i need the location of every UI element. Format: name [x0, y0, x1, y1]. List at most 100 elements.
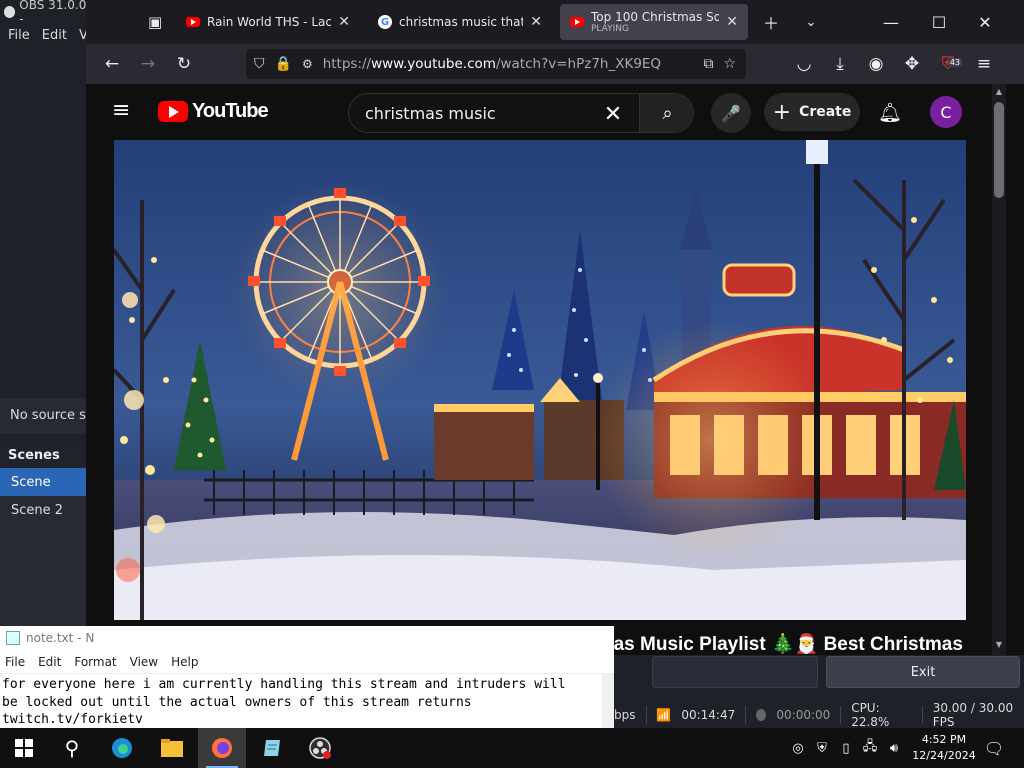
- obs-cpu: CPU: 22.8%: [851, 701, 890, 729]
- voice-search-mic-icon[interactable]: 🎤: [711, 93, 751, 133]
- notifications-bell-icon[interactable]: 🔔︎: [874, 96, 906, 128]
- obs-app-icon[interactable]: [296, 728, 344, 768]
- volume-speaker-icon[interactable]: 🔊︎: [882, 741, 906, 756]
- search-icon: ⌕: [662, 102, 673, 124]
- obs-menu-file[interactable]: File: [8, 28, 30, 43]
- list-tabs-chevron-down-icon[interactable]: ⌄: [796, 8, 826, 36]
- close-icon[interactable]: ✕: [530, 14, 542, 30]
- search-icon[interactable]: ⚲: [48, 728, 96, 768]
- notepad-menubar: File Edit Format View Help: [0, 650, 614, 674]
- youtube-logo-icon: [158, 101, 188, 122]
- notepad-menu-view[interactable]: View: [130, 655, 158, 669]
- url-bar[interactable]: ⛉ 🔒 ⚙ https://www.youtube.com/watch?v=hP…: [246, 49, 746, 79]
- bookmark-star-icon[interactable]: ☆: [723, 56, 736, 72]
- notepad-menu-help[interactable]: Help: [171, 655, 198, 669]
- taskbar-clock[interactable]: 4:52 PM 12/24/2024: [912, 732, 976, 764]
- notepad-title: note.txt - N: [26, 631, 95, 645]
- maximize-button[interactable]: ☐: [924, 8, 954, 36]
- lock-icon[interactable]: 🔒: [275, 56, 292, 72]
- obs-scene-item[interactable]: Scene 2: [0, 496, 90, 524]
- obs-logo-icon: [4, 6, 16, 18]
- youtube-favicon-icon: [570, 17, 584, 27]
- notepad-icon: [6, 631, 20, 645]
- video-frame-christmas-fair: [114, 140, 966, 620]
- permissions-icon[interactable]: ⚙: [302, 57, 313, 71]
- notepad-menu-edit[interactable]: Edit: [38, 655, 61, 669]
- obs-exit-button[interactable]: Exit: [826, 656, 1020, 688]
- close-icon[interactable]: ✕: [338, 14, 350, 30]
- reload-button[interactable]: ↻: [170, 50, 198, 78]
- network-icon[interactable]: 🖧: [858, 737, 882, 759]
- edge-browser-icon[interactable]: [98, 728, 146, 768]
- obs-tray-icon[interactable]: ◎: [786, 741, 810, 756]
- avatar[interactable]: C: [930, 96, 962, 128]
- obs-record-time: 00:00:00: [776, 708, 831, 722]
- usb-device-icon[interactable]: ▯: [834, 741, 858, 756]
- scroll-up-icon[interactable]: ▲: [994, 87, 1004, 97]
- create-button[interactable]: + Create: [764, 93, 860, 131]
- search-button[interactable]: ⌕: [639, 94, 693, 132]
- search-box: ✕ ⌕: [348, 93, 694, 133]
- video-player[interactable]: [114, 140, 966, 620]
- file-explorer-folder-icon[interactable]: [148, 728, 196, 768]
- notepad-app-icon[interactable]: [248, 728, 296, 768]
- picture-in-picture-icon[interactable]: ⧉: [703, 56, 713, 72]
- obs-titlebar: OBS 31.0.0 -: [0, 0, 90, 26]
- notepad-window: note.txt - N File Edit Format View Help …: [0, 626, 614, 728]
- close-icon[interactable]: ✕: [726, 14, 738, 30]
- forward-button[interactable]: →: [134, 50, 162, 78]
- ublock-icon[interactable]: ⛨43: [934, 50, 962, 78]
- start-windows-icon[interactable]: [0, 728, 48, 768]
- guide-menu-hamburger-icon[interactable]: ≡: [112, 100, 134, 123]
- minimize-button[interactable]: —: [876, 8, 906, 36]
- obs-menubar: File Edit V: [0, 24, 90, 46]
- clear-search-close-icon[interactable]: ✕: [599, 100, 627, 128]
- notepad-menu-format[interactable]: Format: [74, 655, 116, 669]
- search-input[interactable]: [349, 94, 639, 132]
- obs-record-icon: [756, 709, 767, 721]
- defender-shield-icon[interactable]: ⛨: [810, 741, 834, 756]
- obs-menu-edit[interactable]: Edit: [42, 28, 67, 43]
- youtube-favicon-icon: [186, 17, 200, 27]
- page-scrollbar[interactable]: ▲ ▼: [992, 84, 1006, 655]
- youtube-header: ≡ YouTube ✕ ⌕ 🎤 + Create 🔔︎ C: [86, 84, 1006, 140]
- tab-rain-world[interactable]: Rain World THS - Lack of ✕: [176, 4, 360, 40]
- clock-date: 12/24/2024: [912, 749, 976, 762]
- url-text[interactable]: https://www.youtube.com/watch?v=hPz7h_XK…: [323, 56, 661, 72]
- tab-top-100-christmas[interactable]: Top 100 Christmas Songs PLAYING ✕: [560, 4, 748, 40]
- close-window-button[interactable]: ✕: [970, 8, 1000, 36]
- account-icon[interactable]: ◉: [862, 50, 890, 78]
- back-button[interactable]: ←: [98, 50, 126, 78]
- obs-controls: Exit: [652, 654, 1024, 690]
- obs-fps: 30.00 / 30.00 FPS: [932, 701, 1014, 729]
- navigation-toolbar: ← → ↻ ⛉ 🔒 ⚙ https://www.youtube.com/watc…: [86, 44, 1024, 84]
- scroll-thumb[interactable]: [994, 102, 1004, 198]
- obs-scene-item[interactable]: Scene: [0, 468, 90, 496]
- tracking-shield-icon[interactable]: ⛉: [254, 56, 265, 72]
- plus-icon: +: [772, 99, 792, 125]
- obs-title-text: OBS 31.0.0 -: [19, 0, 87, 26]
- pocket-icon[interactable]: ◡: [790, 50, 818, 78]
- notepad-titlebar: note.txt - N: [0, 626, 614, 650]
- downloads-icon[interactable]: ⤓: [826, 50, 854, 78]
- obs-statusbar: bps 📶 00:14:47 00:00:00 CPU: 22.8% 30.00…: [614, 701, 1024, 729]
- obs-blank-control[interactable]: [652, 656, 818, 688]
- notepad-text-area[interactable]: for everyone here i am currently handlin…: [2, 676, 602, 729]
- new-tab-button[interactable]: ＋: [756, 8, 786, 36]
- tab-overview-button[interactable]: ▣: [138, 4, 168, 40]
- clock-time: 4:52 PM: [921, 733, 967, 746]
- notepad-scrollbar[interactable]: [602, 674, 614, 728]
- notification-center-icon[interactable]: 🗨: [970, 728, 1018, 768]
- youtube-logo[interactable]: YouTube: [158, 100, 269, 123]
- obs-stream-time: 00:14:47: [681, 708, 736, 722]
- obs-scenes-panel: Scenes Scene Scene 2: [0, 442, 90, 632]
- tab-bar: ▣ Rain World THS - Lack of ✕ G christmas…: [86, 0, 1024, 44]
- tab-manager-icon: ▣: [148, 13, 163, 31]
- notepad-menu-file[interactable]: File: [5, 655, 25, 669]
- extensions-puzzle-icon[interactable]: ✥: [898, 50, 926, 78]
- scroll-down-icon[interactable]: ▼: [994, 640, 1004, 650]
- windows-taskbar: ⚲ ◎ ⛨ ▯ 🖧 🔊︎ 4:52 PM 12/24/2024 🗨: [0, 728, 1024, 768]
- tab-christmas-search[interactable]: G christmas music that is c ✕: [368, 4, 552, 40]
- firefox-icon[interactable]: [198, 728, 246, 768]
- app-menu-hamburger-icon[interactable]: ≡: [970, 50, 998, 78]
